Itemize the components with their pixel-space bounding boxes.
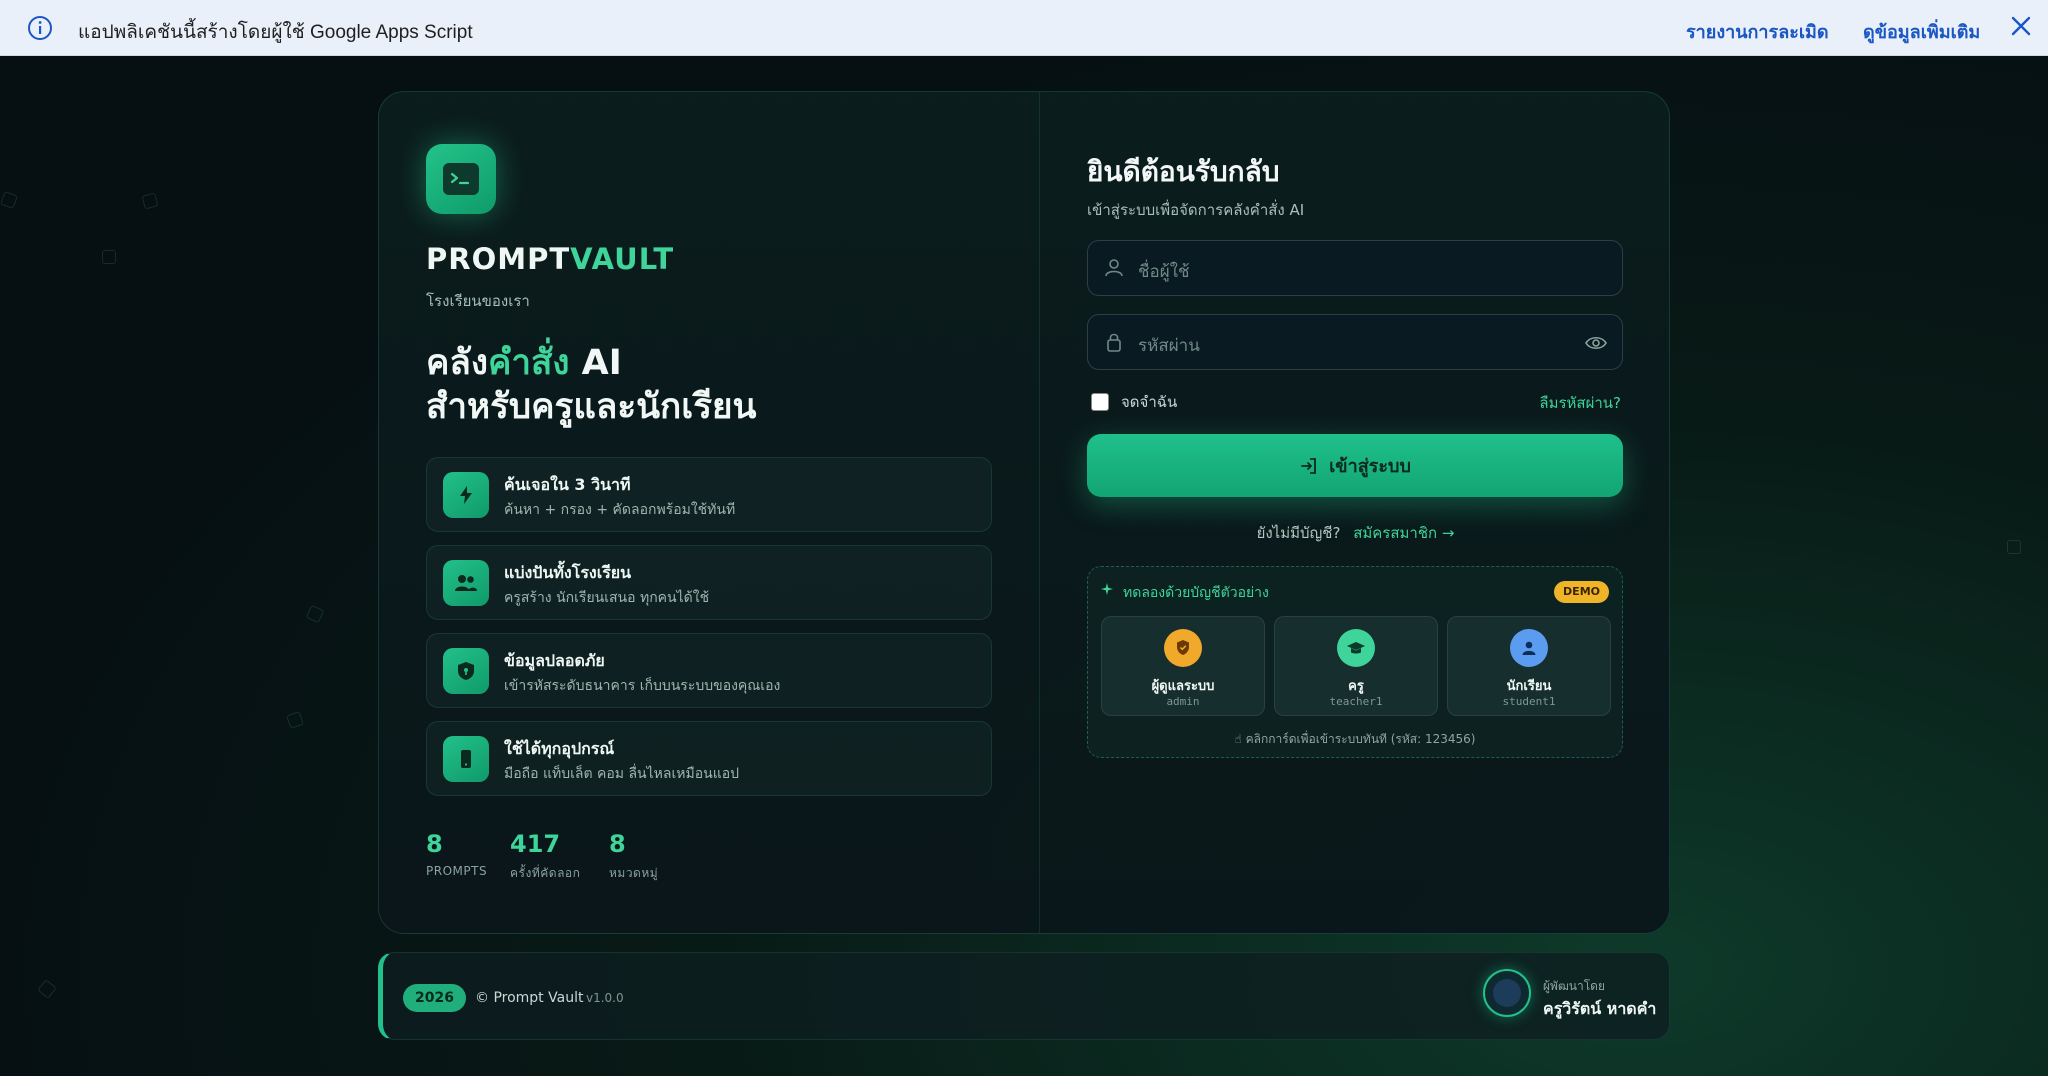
feature-title: ค้นเจอใน 3 วินาที — [504, 475, 631, 494]
stat-copies: 417 ครั้งที่คัดลอก — [510, 830, 581, 880]
hero-headline: คลังคำสั่ง AI สำหรับครูและนักเรียน — [426, 343, 757, 427]
feature-title: ข้อมูลปลอดภัย — [504, 651, 605, 670]
feature-card: ข้อมูลปลอดภัย เข้ารหัสระดับธนาคาร เก็บบน… — [426, 633, 992, 708]
demo-title: ทดลองด้วยบัญชีตัวอย่าง — [1123, 585, 1269, 601]
register-row: ยังไม่มีบัญชี? สมัครสมาชิก → — [1040, 521, 1669, 545]
demo-account-name: ครู — [1348, 679, 1364, 694]
feature-title: แบ่งปันทั้งโรงเรียน — [504, 563, 632, 582]
school-name: โรงเรียนของเรา — [426, 292, 530, 310]
brand-name: PROMPTVAULT — [426, 242, 675, 276]
forgot-password-link[interactable]: ลืมรหัสผ่าน? — [1539, 391, 1621, 415]
phone-icon — [443, 736, 489, 782]
decor-square — [0, 191, 18, 209]
lock-icon — [1107, 333, 1121, 352]
remember-label: จดจำฉัน — [1121, 393, 1178, 411]
login-button-label: เข้าสู่ระบบ — [1329, 456, 1411, 477]
banner-message: แอปพลิเคชันนี้สร้างโดยผู้ใช้ Google Apps… — [78, 22, 473, 43]
developer-label: ผู้พัฒนาโดย — [1543, 979, 1605, 993]
feature-title: ใช้ได้ทุกอุปกรณ์ — [504, 739, 615, 758]
users-icon — [443, 560, 489, 606]
feature-desc: ค้นหา + กรอง + คัดลอกพร้อมใช้ทันที — [504, 502, 736, 518]
close-icon[interactable] — [2008, 13, 2034, 39]
lightning-icon — [443, 472, 489, 518]
demo-account-student[interactable]: นักเรียน student1 — [1447, 616, 1611, 716]
report-abuse-link[interactable]: รายงานการละเมิด — [1686, 17, 1829, 46]
login-button[interactable]: เข้าสู่ระบบ — [1087, 434, 1623, 497]
pointer-icon: ☝ — [1234, 732, 1246, 746]
feature-card: ใช้ได้ทุกอุปกรณ์ มือถือ แท็บเล็ต คอม ลื่… — [426, 721, 992, 796]
password-placeholder: รหัสผ่าน — [1138, 336, 1200, 356]
demo-accounts-panel: ทดลองด้วยบัญชีตัวอย่าง DEMO ผู้ดูแลระบบ … — [1087, 566, 1623, 758]
stat-categories: 8 หมวดหมู่ — [609, 830, 659, 880]
brand-panel: PROMPTVAULT โรงเรียนของเรา คลังคำสั่ง AI… — [379, 92, 1039, 933]
feature-desc: มือถือ แท็บเล็ต คอม ลื่นไหลเหมือนแอป — [504, 766, 740, 782]
login-icon — [1301, 457, 1317, 474]
remember-me[interactable]: จดจำฉัน — [1091, 390, 1177, 414]
footer: 2026 © Prompt Vault v1.0.0 ผู้พัฒนาโดย ค… — [378, 952, 1670, 1040]
demo-account-name: นักเรียน — [1506, 679, 1552, 694]
developer-name: ครูวิรัตน์ หาดคำ — [1543, 999, 1657, 1018]
decor-square — [102, 250, 116, 264]
learn-more-link[interactable]: ดูข้อมูลเพิ่มเติม — [1863, 17, 1980, 46]
decor-square — [37, 979, 57, 999]
demo-badge: DEMO — [1554, 581, 1609, 603]
no-account-text: ยังไม่มีบัญชี? — [1256, 524, 1341, 542]
user-icon — [1105, 259, 1123, 277]
demo-account-admin[interactable]: ผู้ดูแลระบบ admin — [1101, 616, 1265, 716]
login-title: ยินดีต้อนรับกลับ — [1087, 155, 1280, 188]
info-icon — [28, 16, 52, 40]
decor-square — [141, 192, 159, 210]
feature-card: แบ่งปันทั้งโรงเรียน ครูสร้าง นักเรียนเสน… — [426, 545, 992, 620]
copyright-text: © Prompt Vault — [475, 990, 584, 1006]
graduation-cap-icon — [1337, 629, 1375, 667]
shield-icon — [443, 648, 489, 694]
demo-account-username: admin — [1166, 695, 1200, 708]
username-placeholder: ชื่อผู้ใช้ — [1138, 262, 1190, 282]
decor-square — [2007, 540, 2021, 554]
remember-checkbox[interactable] — [1091, 393, 1109, 411]
demo-account-teacher[interactable]: ครู teacher1 — [1274, 616, 1438, 716]
demo-account-username: student1 — [1502, 695, 1556, 708]
feature-desc: เข้ารหัสระดับธนาคาร เก็บบนระบบของคุณเอง — [504, 678, 781, 694]
stat-prompts: 8 PROMPTS — [426, 830, 488, 878]
feature-card: ค้นเจอใน 3 วินาที ค้นหา + กรอง + คัดลอกพ… — [426, 457, 992, 532]
demo-account-username: teacher1 — [1329, 695, 1383, 708]
demo-account-name: ผู้ดูแลระบบ — [1151, 679, 1215, 694]
terminal-logo-icon — [426, 144, 496, 214]
decor-square — [305, 604, 325, 624]
demo-hint: ☝ คลิกการ์ดเพื่อเข้าระบบทันที (รหัส: 123… — [1234, 732, 1476, 746]
version-text: v1.0.0 — [586, 991, 624, 1005]
password-field[interactable]: รหัสผ่าน — [1087, 314, 1623, 370]
login-subtitle: เข้าสู่ระบบเพื่อจัดการคลังคำสั่ง AI — [1087, 201, 1305, 219]
user-icon — [1510, 629, 1548, 667]
register-link[interactable]: สมัครสมาชิก → — [1353, 524, 1454, 542]
login-panel: ยินดีต้อนรับกลับ เข้าสู่ระบบเพื่อจัดการค… — [1040, 92, 1669, 933]
feature-desc: ครูสร้าง นักเรียนเสนอ ทุกคนได้ใช้ — [504, 590, 710, 606]
login-card: PROMPTVAULT โรงเรียนของเรา คลังคำสั่ง AI… — [378, 91, 1670, 934]
apps-script-banner: แอปพลิเคชันนี้สร้างโดยผู้ใช้ Google Apps… — [0, 0, 2048, 56]
developer-avatar — [1483, 969, 1531, 1017]
username-field[interactable]: ชื่อผู้ใช้ — [1087, 240, 1623, 296]
eye-icon[interactable] — [1584, 332, 1608, 354]
shield-icon — [1164, 629, 1202, 667]
year-badge: 2026 — [403, 984, 466, 1012]
decor-square — [286, 711, 304, 729]
sparkle-icon — [1101, 583, 1113, 595]
